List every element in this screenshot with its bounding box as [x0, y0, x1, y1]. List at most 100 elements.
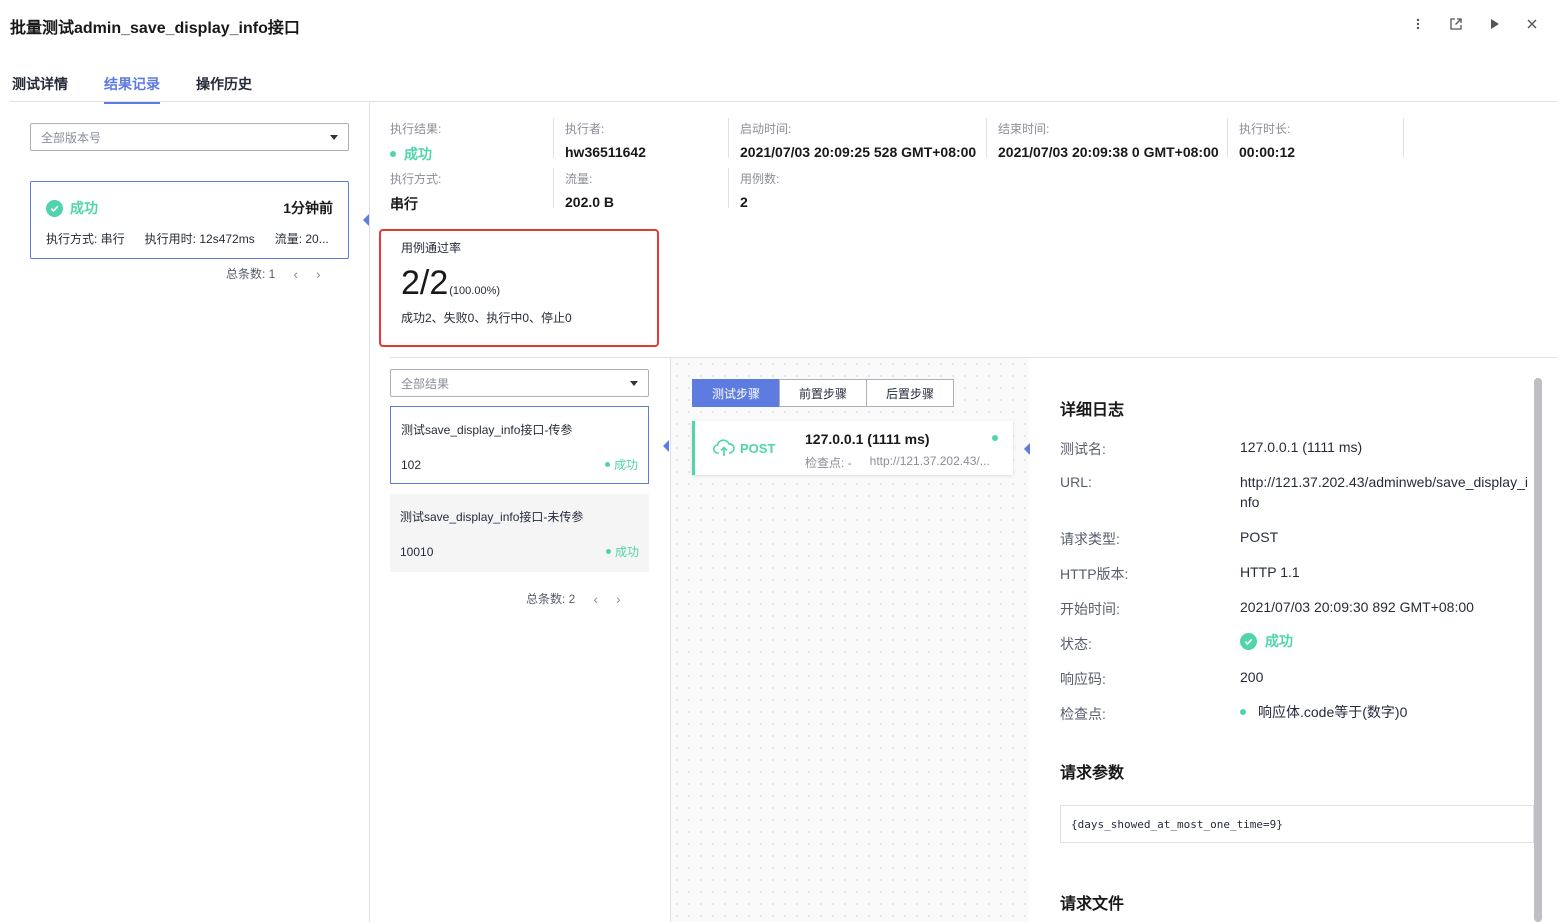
files-section-title: 请求文件 [1060, 896, 1125, 913]
tab-post-steps[interactable]: 后置步骤 [866, 379, 955, 407]
detail-label: 响应码: [1060, 671, 1106, 687]
pass-rate-percent: (100.00%) [449, 285, 501, 297]
detail-label: 开始时间: [1060, 601, 1120, 617]
summary-executor: 执行者: hw36511642 [565, 120, 646, 160]
cases-value: 2 [740, 194, 748, 210]
summary-traffic: 流量: 202.0 B [565, 170, 614, 210]
detail-label: 请求类型: [1060, 531, 1120, 547]
executor-label: 执行者: [565, 122, 605, 136]
record-time-ago: 1分钟前 [283, 200, 333, 216]
result-text: 成功 [404, 146, 432, 162]
duration-value: 00:00:12 [1239, 144, 1296, 160]
case-pager: 总条数: 2 ‹ › [526, 590, 621, 607]
step-type-tabs: 测试步骤 前置步骤 后置步骤 [692, 379, 955, 407]
prev-page-icon[interactable]: ‹ [293, 266, 298, 282]
next-page-icon[interactable]: › [316, 266, 321, 282]
case-status: 成功 [605, 543, 639, 560]
cell-divider [728, 168, 729, 208]
version-select[interactable]: 全部版本号 [30, 123, 349, 151]
step-checkpoint: 检查点: - [805, 456, 852, 470]
detail-value: 200 [1240, 669, 1264, 685]
detail-checkpoint: 响应体.code等于(数字)0 [1240, 702, 1530, 722]
case-status-text: 成功 [613, 458, 638, 472]
tab-test-steps[interactable]: 测试步骤 [692, 379, 781, 407]
log-section-title: 详细日志 [1060, 402, 1125, 419]
status-dot [605, 549, 611, 554]
check-circle-icon [46, 199, 63, 217]
detail-value: POST [1240, 529, 1279, 545]
step-card[interactable]: POST 127.0.0.1 (1111 ms) 检查点: - http://1… [692, 421, 1013, 475]
pass-rate-title: 用例通过率 [401, 241, 462, 255]
record-status: 成功 [70, 200, 98, 216]
case-code: 102 [401, 457, 422, 472]
duration-label: 执行时长: [1239, 122, 1291, 136]
tab-result-records[interactable]: 结果记录 [104, 74, 160, 104]
selection-pointer [663, 440, 669, 452]
summary-result: 执行结果: 成功 [390, 120, 441, 164]
version-select-value: 全部版本号 [41, 130, 102, 145]
step-method: POST [713, 438, 775, 458]
chevron-down-icon [630, 380, 638, 386]
cell-divider [728, 118, 729, 158]
next-page-icon[interactable]: › [616, 591, 621, 607]
tab-test-details[interactable]: 测试详情 [12, 74, 68, 104]
run-icon[interactable] [1475, 14, 1513, 34]
close-icon[interactable] [1513, 14, 1551, 34]
cases-label: 用例数: [740, 172, 780, 186]
record-card[interactable]: 成功 1分钟前 执行方式: 串行 执行用时: 12s472ms 流量: 20..… [30, 181, 349, 259]
status-dot [390, 151, 396, 157]
detail-label: 检查点: [1060, 706, 1106, 722]
main-tabs: 测试详情 结果记录 操作历史 [12, 74, 252, 104]
executor-value: hw36511642 [565, 144, 646, 160]
record-traffic: 流量: 20... [274, 232, 329, 246]
mode-value: 串行 [390, 196, 418, 212]
pass-rate-breakdown: 成功2、失败0、执行中0、停止0 [401, 311, 572, 325]
detail-checkpoint-text: 响应体.code等于(数字)0 [1258, 704, 1408, 720]
detail-value-url: http://121.37.202.43/adminweb/save_displ… [1240, 474, 1528, 510]
cloud-upload-icon [713, 439, 735, 456]
params-section-title: 请求参数 [1060, 765, 1125, 782]
params-code-box: {days_showed_at_most_one_time=9} [1060, 805, 1534, 843]
case-item[interactable]: 测试save_display_info接口-未传参 10010 成功 [390, 494, 649, 572]
traffic-value: 202.0 B [565, 194, 615, 210]
check-circle-icon [1240, 632, 1257, 650]
summary-mode: 执行方式: 串行 [390, 170, 441, 214]
pass-rate-box: 用例通过率 2/2 (100.00%) 成功2、失败0、执行中0、停止0 [379, 229, 659, 347]
cell-divider [553, 168, 554, 208]
record-pager: 总条数: 1 ‹ › [226, 265, 321, 282]
case-total: 总条数: 2 [526, 592, 576, 606]
detail-status-text: 成功 [1265, 633, 1293, 649]
end-value: 2021/07/03 20:09:38 0 GMT+08:00 [998, 144, 1219, 160]
case-status: 成功 [604, 456, 638, 473]
column-divider [369, 102, 370, 922]
chevron-down-icon [330, 134, 338, 140]
detail-label: 状态: [1060, 636, 1092, 652]
case-item[interactable]: 测试save_display_info接口-传参 102 成功 [390, 406, 649, 484]
tab-operation-history[interactable]: 操作历史 [196, 74, 252, 104]
result-filter-select[interactable]: 全部结果 [390, 369, 649, 397]
step-title: 127.0.0.1 (1111 ms) [805, 431, 930, 447]
result-label: 执行结果: [390, 122, 442, 136]
case-name: 测试save_display_info接口-传参 [401, 423, 573, 437]
share-icon[interactable] [1437, 14, 1475, 34]
prev-page-icon[interactable]: ‹ [593, 591, 598, 607]
case-code: 10010 [400, 544, 434, 559]
detail-label: HTTP版本: [1060, 566, 1129, 582]
detail-status: 成功 [1240, 631, 1530, 651]
tabs-divider [10, 101, 1557, 102]
detail-scrollbar[interactable] [1534, 378, 1542, 922]
summary-duration: 执行时长: 00:00:12 [1239, 120, 1295, 160]
start-value: 2021/07/03 20:09:25 528 GMT+08:00 [740, 144, 977, 160]
tab-pre-steps[interactable]: 前置步骤 [779, 379, 868, 407]
header-actions [1399, 14, 1551, 34]
status-dot [992, 435, 998, 441]
detail-value: 127.0.0.1 (1111 ms) [1240, 439, 1363, 455]
summary-cases: 用例数: 2 [740, 170, 779, 210]
detail-value: HTTP 1.1 [1240, 564, 1300, 580]
more-icon[interactable] [1399, 14, 1437, 34]
status-dot [1240, 709, 1246, 715]
record-duration: 执行用时: 12s472ms [144, 232, 255, 246]
step-url: http://121.37.202.43/... [869, 454, 990, 468]
end-label: 结束时间: [998, 122, 1050, 136]
page-title: 批量测试admin_save_display_info接口 [10, 20, 300, 37]
